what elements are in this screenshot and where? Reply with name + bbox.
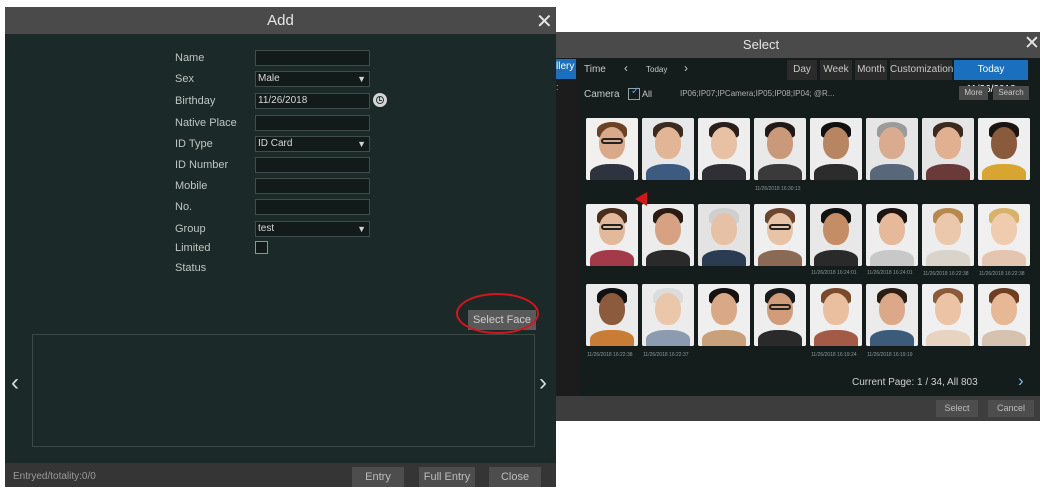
face-thumbnail[interactable] xyxy=(866,204,918,266)
timestamp: 11/26/2018 16:22:38 xyxy=(587,352,633,358)
face-thumbnail[interactable] xyxy=(810,204,862,266)
timestamp: 11/26/2018 16:19:24 xyxy=(811,352,857,358)
face-thumbnail[interactable] xyxy=(642,284,694,346)
face-thumbnail[interactable] xyxy=(698,284,750,346)
face-thumbnail[interactable] xyxy=(642,204,694,266)
tab-week[interactable]: Week xyxy=(820,60,852,80)
limited-label: Limited xyxy=(175,242,211,254)
all-cameras-checkbox[interactable]: ✓ xyxy=(628,86,640,100)
limited-checkbox[interactable] xyxy=(255,241,268,254)
chevron-down-icon: ▼ xyxy=(357,74,366,84)
tab-customization[interactable]: Customization xyxy=(890,60,953,80)
id-type-value: ID Card xyxy=(258,138,293,149)
mobile-field[interactable] xyxy=(255,178,370,194)
sex-select[interactable]: Male ▼ xyxy=(255,71,370,87)
search-button[interactable]: Search xyxy=(993,86,1029,100)
add-dialog: Add ✕ Name Sex Male ▼ Birthday 11/26/2018… xyxy=(5,7,556,487)
sex-label: Sex xyxy=(175,73,194,85)
id-type-label: ID Type xyxy=(175,138,213,150)
status-label: Status xyxy=(175,262,207,274)
prev-arrow-icon[interactable]: ‹ xyxy=(11,369,19,397)
id-type-select[interactable]: ID Card ▼ xyxy=(255,136,370,152)
next-page-icon[interactable]: › xyxy=(1018,371,1024,391)
face-thumbnail[interactable] xyxy=(978,284,1030,346)
face-thumbnail[interactable] xyxy=(642,118,694,180)
selected-face-area xyxy=(32,334,535,447)
more-button[interactable]: More xyxy=(959,86,988,100)
group-label: Group xyxy=(175,223,206,235)
id-number-field[interactable] xyxy=(255,157,370,173)
timestamp: 11/26/2018 16:24:01 xyxy=(811,270,857,276)
no-field[interactable] xyxy=(255,199,370,215)
face-thumbnail[interactable] xyxy=(586,204,638,266)
sidebar-item-label: llery xyxy=(556,61,575,72)
timestamp: 11/26/2018 16:19:19 xyxy=(867,352,913,358)
select-face-highlight xyxy=(456,293,539,334)
camera-label: Camera xyxy=(584,89,620,100)
all-label: All xyxy=(642,89,653,99)
timestamp: 11/26/2018 16:24:01 xyxy=(867,270,913,276)
select-button[interactable]: Select xyxy=(936,400,978,417)
birthday-field[interactable]: 11/26/2018 xyxy=(255,93,370,109)
face-thumbnail[interactable] xyxy=(866,118,918,180)
name-label: Name xyxy=(175,52,205,64)
face-thumbnail[interactable] xyxy=(754,284,806,346)
face-thumbnail[interactable] xyxy=(586,284,638,346)
camera-list: IP06;IP07;IPCamera;IP05;IP08;IP04; @R... xyxy=(680,89,835,98)
face-thumbnail[interactable] xyxy=(698,118,750,180)
chevron-down-icon: ▼ xyxy=(357,139,366,149)
timestamp: 11/26/2018 16:30:13 xyxy=(755,186,801,192)
full-entry-button[interactable]: Full Entry xyxy=(419,467,475,487)
no-label: No. xyxy=(175,201,193,213)
timestamp: 11/26/2018 16:22:37 xyxy=(643,352,689,358)
close-icon[interactable]: ✕ xyxy=(1024,32,1040,55)
tab-today-date[interactable]: Today 11/26/2018 xyxy=(954,60,1028,95)
name-field[interactable] xyxy=(255,50,370,66)
next-day-icon[interactable]: › xyxy=(684,61,688,75)
face-thumbnail[interactable] xyxy=(810,118,862,180)
face-thumbnail[interactable] xyxy=(922,204,974,266)
face-thumbnail[interactable] xyxy=(586,118,638,180)
face-thumbnail[interactable] xyxy=(922,118,974,180)
face-thumbnail[interactable] xyxy=(754,204,806,266)
face-thumbnail[interactable] xyxy=(978,118,1030,180)
group-select[interactable]: test ▼ xyxy=(255,221,370,237)
entry-button[interactable]: Entry xyxy=(352,467,404,487)
chevron-down-icon: ▼ xyxy=(357,224,366,234)
next-arrow-icon[interactable]: › xyxy=(539,369,547,397)
check-icon: ✓ xyxy=(631,86,640,97)
group-value: test xyxy=(258,223,275,234)
face-thumbnail[interactable] xyxy=(754,118,806,180)
close-icon[interactable]: ✕ xyxy=(536,9,553,34)
face-thumbnail[interactable] xyxy=(978,204,1030,266)
today-label[interactable]: Today xyxy=(646,65,667,74)
select-dialog-title: Select xyxy=(742,37,780,52)
prev-day-icon[interactable]: ‹ xyxy=(624,61,628,75)
entry-status-text: Entryed/totality:0/0 xyxy=(13,471,96,482)
face-thumbnail[interactable] xyxy=(810,284,862,346)
sidebar-marker: : xyxy=(556,82,559,92)
sex-value: Male xyxy=(258,73,280,84)
pointer-arrow-icon xyxy=(635,192,647,206)
select-dialog: Select ✕ llery : Time ‹ Today › Day Week… xyxy=(556,32,1040,421)
birthday-label: Birthday xyxy=(175,95,216,107)
face-thumbnail[interactable] xyxy=(922,284,974,346)
tab-day[interactable]: Day xyxy=(787,60,817,80)
native-place-field[interactable] xyxy=(255,115,370,131)
time-label: Time xyxy=(584,64,606,75)
timestamp: 11/26/2018 16:22:38 xyxy=(979,271,1025,277)
cancel-button[interactable]: Cancel xyxy=(988,400,1034,417)
native-place-label: Native Place xyxy=(175,117,237,129)
tab-month[interactable]: Month xyxy=(855,60,887,80)
face-thumbnail[interactable] xyxy=(866,284,918,346)
clock-icon[interactable] xyxy=(373,93,387,107)
timestamp: 11/26/2018 16:22:38 xyxy=(923,271,969,277)
sidebar xyxy=(556,58,580,396)
page-info: Current Page: 1 / 34, All 803 xyxy=(852,377,978,388)
mobile-label: Mobile xyxy=(175,180,208,192)
id-number-label: ID Number xyxy=(175,159,229,171)
add-dialog-title: Add xyxy=(267,12,294,29)
face-thumbnail[interactable] xyxy=(698,204,750,266)
close-button[interactable]: Close xyxy=(489,467,541,487)
